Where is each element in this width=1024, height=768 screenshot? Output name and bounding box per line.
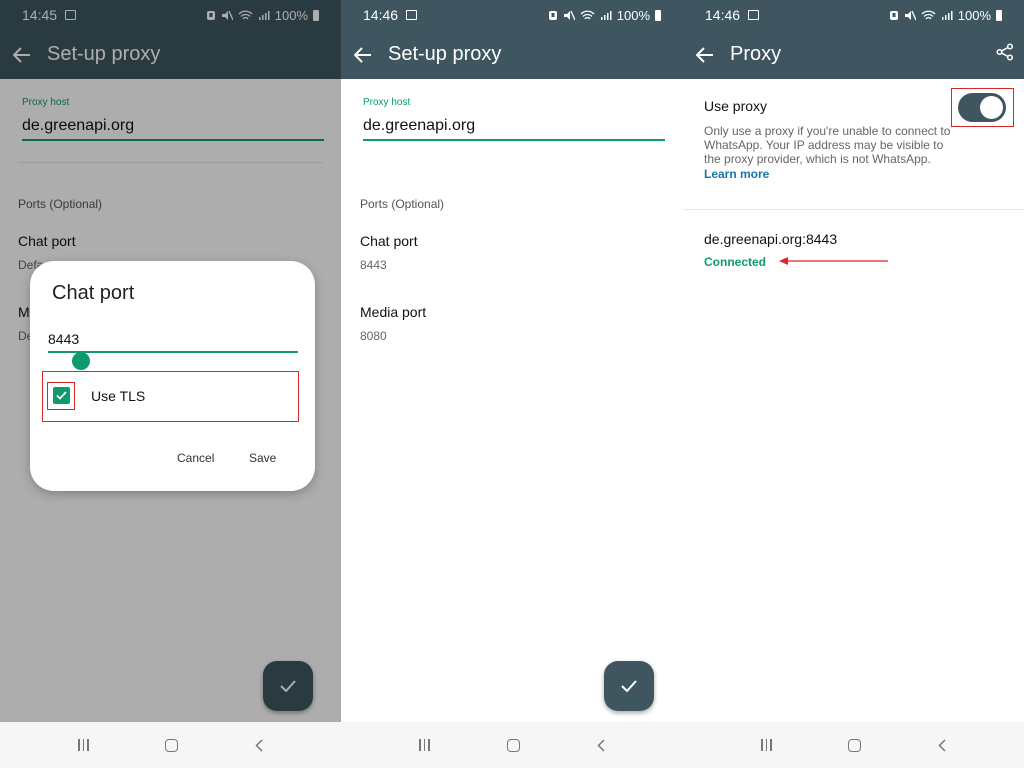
status-time: 14:46	[363, 7, 399, 23]
home-icon[interactable]	[165, 738, 179, 752]
back-arrow-icon[interactable]	[695, 45, 715, 65]
text-cursor-handle[interactable]	[72, 352, 90, 370]
back-nav-icon[interactable]	[597, 738, 605, 752]
learn-more-link[interactable]: Learn more	[704, 167, 769, 181]
home-icon[interactable]	[848, 738, 862, 752]
alarm-icon	[889, 10, 898, 20]
screen-proxy: 14:46 100% Proxy Use proxy Only use a pr…	[683, 0, 1024, 768]
gallery-notification-icon	[406, 10, 418, 20]
recents-icon[interactable]	[419, 739, 430, 751]
status-time: 14:46	[705, 7, 741, 23]
app-bar: Set-up proxy	[341, 30, 683, 79]
use-proxy-label: Use proxy	[704, 98, 768, 114]
status-indicators: 100%	[548, 8, 661, 23]
battery-icon	[655, 9, 661, 21]
annotation-arrow-icon	[779, 257, 888, 265]
recents-icon[interactable]	[78, 739, 89, 751]
battery-percent: 100%	[616, 7, 650, 23]
chat-port-value: 8443	[360, 258, 387, 272]
wifi-icon	[580, 10, 595, 19]
gallery-notification-icon	[748, 10, 760, 20]
battery-icon	[996, 9, 1002, 21]
screen-setup-proxy: 14:46 100% Set-up proxy Proxy host de.gr…	[341, 0, 683, 768]
page-title: Set-up proxy	[388, 43, 502, 65]
share-icon[interactable]	[996, 43, 1014, 66]
back-nav-icon[interactable]	[938, 738, 946, 752]
proxy-address[interactable]: de.greenapi.org:8443	[704, 231, 837, 247]
chat-port-input[interactable]: 8443	[48, 331, 79, 347]
proxy-host-underline	[363, 139, 665, 141]
divider	[683, 209, 1024, 210]
signal-icon	[600, 10, 612, 20]
toggle-knob	[980, 96, 1003, 119]
status-indicators: 100%	[889, 8, 1002, 23]
chat-port-dialog: Chat port 8443 Use TLS Cancel Save	[30, 261, 315, 491]
use-tls-checkbox[interactable]	[53, 387, 70, 404]
use-tls-label[interactable]: Use TLS	[91, 388, 145, 404]
signal-icon	[941, 10, 953, 20]
use-proxy-description: Only use a proxy if you're unable to con…	[704, 124, 951, 166]
system-nav-bar	[0, 722, 341, 768]
use-tls-highlight	[42, 371, 299, 422]
recents-icon[interactable]	[761, 739, 772, 751]
dialog-title: Chat port	[52, 282, 135, 304]
save-button[interactable]: Save	[249, 451, 276, 465]
system-nav-bar	[341, 722, 683, 768]
back-arrow-icon[interactable]	[353, 45, 373, 65]
page-title: Proxy	[730, 43, 782, 65]
proxy-host-label: Proxy host	[363, 97, 411, 108]
media-port-value: 8080	[360, 329, 387, 343]
use-proxy-toggle[interactable]	[958, 93, 1006, 122]
mute-icon	[563, 10, 575, 20]
checkmark-icon	[56, 391, 67, 400]
check-icon	[621, 680, 637, 692]
system-nav-bar	[683, 722, 1024, 768]
wifi-icon	[921, 10, 936, 19]
back-nav-icon[interactable]	[255, 738, 263, 752]
mute-icon	[904, 10, 916, 20]
status-bar: 14:46 100%	[341, 0, 683, 30]
home-icon[interactable]	[506, 738, 520, 752]
status-bar: 14:46 100%	[683, 0, 1024, 30]
alarm-icon	[548, 10, 557, 20]
media-port-row-title[interactable]: Media port	[360, 304, 426, 320]
cancel-button[interactable]: Cancel	[177, 451, 214, 465]
app-bar: Proxy	[683, 30, 1024, 79]
confirm-fab[interactable]	[604, 661, 654, 711]
chat-port-row-title[interactable]: Chat port	[360, 233, 418, 249]
battery-percent: 100%	[957, 7, 991, 23]
proxy-host-input[interactable]: de.greenapi.org	[363, 117, 475, 135]
proxy-status-badge: Connected	[704, 255, 767, 269]
screen-chat-port-dialog: 14:45 100% Set-up proxy Proxy host de.gr…	[0, 0, 341, 768]
ports-section-label: Ports (Optional)	[360, 197, 445, 211]
